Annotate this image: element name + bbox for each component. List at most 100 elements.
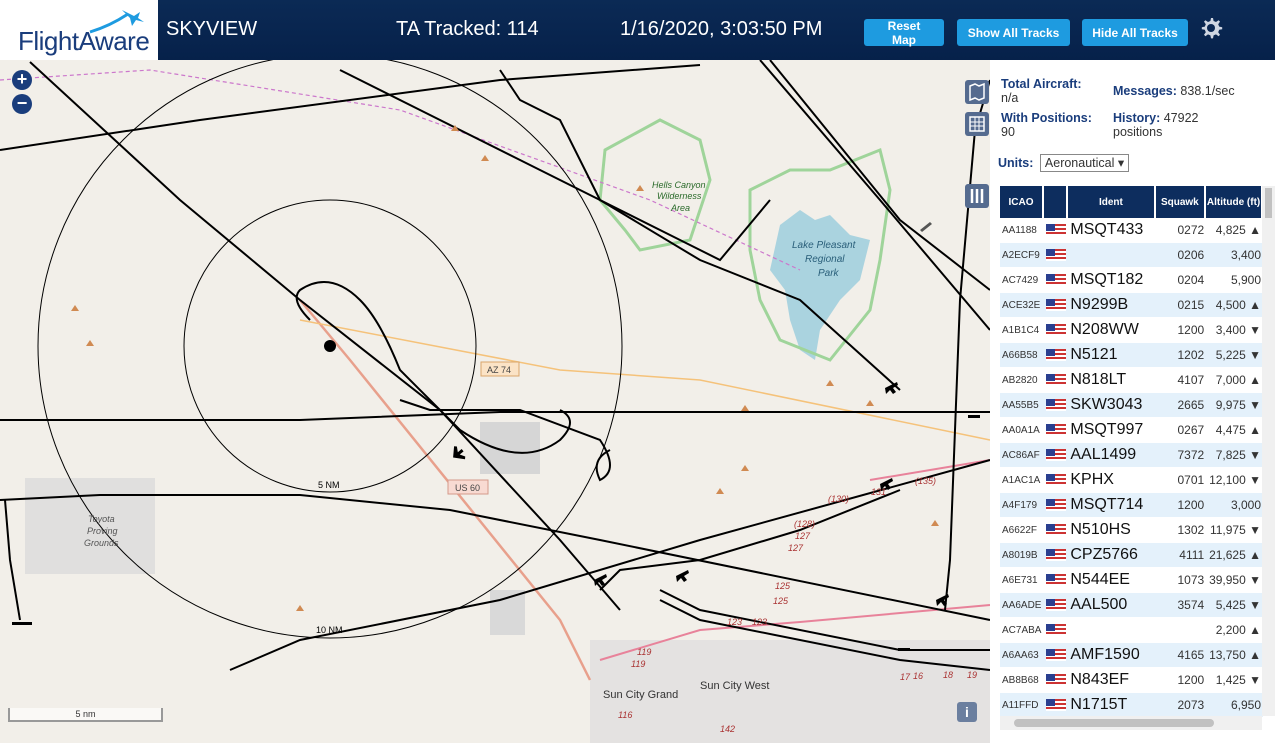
table-row[interactable]: A11FFD N1715T 2073 6,950 xyxy=(1000,693,1263,718)
table-row[interactable]: A6AA63 AMF1590 4165 13,750 ▲ xyxy=(1000,643,1263,668)
flag-cell xyxy=(1044,218,1069,243)
horizontal-scroll-thumb[interactable] xyxy=(1014,719,1214,727)
history-label: History: xyxy=(1113,111,1161,125)
table-row[interactable]: AA0A1A MSQT997 0267 4,475 ▲ xyxy=(1000,418,1263,443)
us-flag-icon xyxy=(1046,624,1067,636)
col-squawk[interactable]: Squawk xyxy=(1155,186,1207,218)
flag-cell xyxy=(1044,293,1069,318)
show-all-tracks-button[interactable]: Show All Tracks xyxy=(957,19,1070,46)
map-layers-icon[interactable] xyxy=(965,80,989,104)
icao-cell: A1B1C4 xyxy=(1000,318,1045,343)
units-select[interactable]: Aeronautical ▾ xyxy=(1039,154,1130,172)
table-row[interactable]: A1B1C4 N208WW 1200 3,400 ▼ xyxy=(1000,318,1263,343)
road-18: 18 xyxy=(943,670,953,680)
reset-map-button[interactable]: Reset Map xyxy=(864,19,944,47)
table-row[interactable]: AA6ADE AAL500 3574 5,425 ▼ xyxy=(1000,593,1263,618)
messages-rate: Messages: 838.1/sec xyxy=(1113,84,1235,98)
table-row[interactable]: A4F179 MSQT714 1200 3,000 xyxy=(1000,493,1263,518)
table-row[interactable]: ACE32E N9299B 0215 4,500 ▲ xyxy=(1000,293,1263,318)
aircraft-table-body: AA1188 MSQT433 0272 4,825 ▲ A2ECF9 0206 3,400 A… xyxy=(1000,218,1263,718)
gear-icon[interactable] xyxy=(1199,16,1223,40)
icao-cell: AA6ADE xyxy=(1000,593,1045,618)
icao-cell: AB8B68 xyxy=(1000,668,1045,693)
flag-cell xyxy=(1044,468,1069,493)
horizontal-scrollbar[interactable] xyxy=(1000,716,1262,730)
icao-cell: A66B58 xyxy=(1000,343,1045,368)
icao-cell: A8019B xyxy=(1000,543,1045,568)
units-label: Units: xyxy=(998,156,1034,170)
flag-cell xyxy=(1044,543,1069,568)
lake-label-1: Lake Pleasant xyxy=(792,240,857,251)
squawk-cell: 1302 xyxy=(1155,518,1207,543)
icao-cell: AC7429 xyxy=(1000,268,1045,293)
us-flag-icon xyxy=(1046,649,1067,661)
col-flag[interactable] xyxy=(1044,186,1069,218)
icao-cell: A1AC1A xyxy=(1000,468,1045,493)
az74-road xyxy=(299,319,991,441)
units-selected-value: Aeronautical xyxy=(1044,156,1115,170)
table-row[interactable]: A8019B CPZ5766 4111 21,625 ▲ xyxy=(1000,543,1263,568)
receiver-location xyxy=(324,340,336,352)
table-row[interactable]: A1AC1A KPHX 0701 12,100 ▼ xyxy=(1000,468,1263,493)
ident-cell: N5121 xyxy=(1068,343,1156,368)
ident-cell: N843EF xyxy=(1068,668,1156,693)
icao-cell: A2ECF9 xyxy=(1000,243,1045,268)
us-flag-icon xyxy=(1046,349,1067,361)
altitude-cell: 3,400 ▼ xyxy=(1206,318,1263,343)
altitude-cell: 5,425 ▼ xyxy=(1206,593,1263,618)
col-altitude[interactable]: Altitude (ft) xyxy=(1206,186,1263,218)
aircraft-table: ICAO Ident Squawk Altitude (ft) AA1188 MS… xyxy=(1000,186,1263,718)
vertical-scroll-thumb[interactable] xyxy=(1265,188,1272,218)
col-icao[interactable]: ICAO xyxy=(1000,186,1045,218)
us-flag-icon xyxy=(1046,574,1067,586)
vertical-scrollbar[interactable] xyxy=(1262,186,1275,716)
squawk-cell: 1202 xyxy=(1155,343,1207,368)
icao-cell: AA1188 xyxy=(1000,218,1045,243)
flag-cell xyxy=(1044,618,1069,643)
info-button[interactable]: i xyxy=(957,702,977,722)
hide-all-tracks-button[interactable]: Hide All Tracks xyxy=(1082,19,1188,46)
toyota-label-3: Grounds xyxy=(84,538,119,548)
zoom-in-button[interactable]: + xyxy=(12,70,32,90)
table-row[interactable]: AA1188 MSQT433 0272 4,825 ▲ xyxy=(1000,218,1263,243)
ident-cell: N208WW xyxy=(1068,318,1156,343)
grid-icon[interactable] xyxy=(965,112,989,136)
table-row[interactable]: AC7ABA 2,200 ▲ xyxy=(1000,618,1263,643)
altitude-cell: 6,950 xyxy=(1206,693,1263,718)
ident-cell: AAL500 xyxy=(1068,593,1156,618)
altitude-cell: 5,225 ▼ xyxy=(1206,343,1263,368)
us-flag-icon xyxy=(1046,249,1067,261)
columns-icon[interactable] xyxy=(965,184,989,208)
table-row[interactable]: AB8B68 N843EF 1200 1,425 ▼ xyxy=(1000,668,1263,693)
table-row[interactable]: AB2820 N818LT 4107 7,000 ▲ xyxy=(1000,368,1263,393)
ident-cell: SKW3043 xyxy=(1068,393,1156,418)
road-16: 16 xyxy=(913,671,923,681)
flightaware-logo[interactable]: FlightAware xyxy=(0,0,158,60)
us-flag-icon xyxy=(1046,324,1067,336)
altitude-cell: 7,000 ▲ xyxy=(1206,368,1263,393)
table-row[interactable]: A6622F N510HS 1302 11,975 ▼ xyxy=(1000,518,1263,543)
altitude-cell: 11,975 ▼ xyxy=(1206,518,1263,543)
road-17: 17 xyxy=(900,672,911,682)
squawk-cell: 0206 xyxy=(1155,243,1207,268)
table-row[interactable]: A2ECF9 0206 3,400 xyxy=(1000,243,1263,268)
map-scale: 5 nm xyxy=(8,708,163,722)
toyota-label-2: Proving xyxy=(87,526,118,536)
squawk-cell: 4165 xyxy=(1155,643,1207,668)
road-116: 116 xyxy=(618,710,632,720)
ident-cell: N1715T xyxy=(1068,693,1156,718)
flag-cell xyxy=(1044,268,1069,293)
icao-cell: AB2820 xyxy=(1000,368,1045,393)
table-row[interactable]: A6E731 N544EE 1073 39,950 ▼ xyxy=(1000,568,1263,593)
lake-label-2: Regional xyxy=(805,254,845,265)
zoom-out-button[interactable]: − xyxy=(12,94,32,114)
us60-road xyxy=(299,299,592,681)
ident-cell: MSQT433 xyxy=(1068,218,1156,243)
table-row[interactable]: A66B58 N5121 1202 5,225 ▼ xyxy=(1000,343,1263,368)
table-row[interactable]: AC7429 MSQT182 0204 5,900 xyxy=(1000,268,1263,293)
history: History: 47922 positions xyxy=(1113,111,1198,139)
table-row[interactable]: AA55B5 SKW3043 2665 9,975 ▼ xyxy=(1000,393,1263,418)
table-row[interactable]: AC86AF AAL1499 7372 7,825 ▼ xyxy=(1000,443,1263,468)
flag-cell xyxy=(1044,318,1069,343)
col-ident[interactable]: Ident xyxy=(1068,186,1156,218)
